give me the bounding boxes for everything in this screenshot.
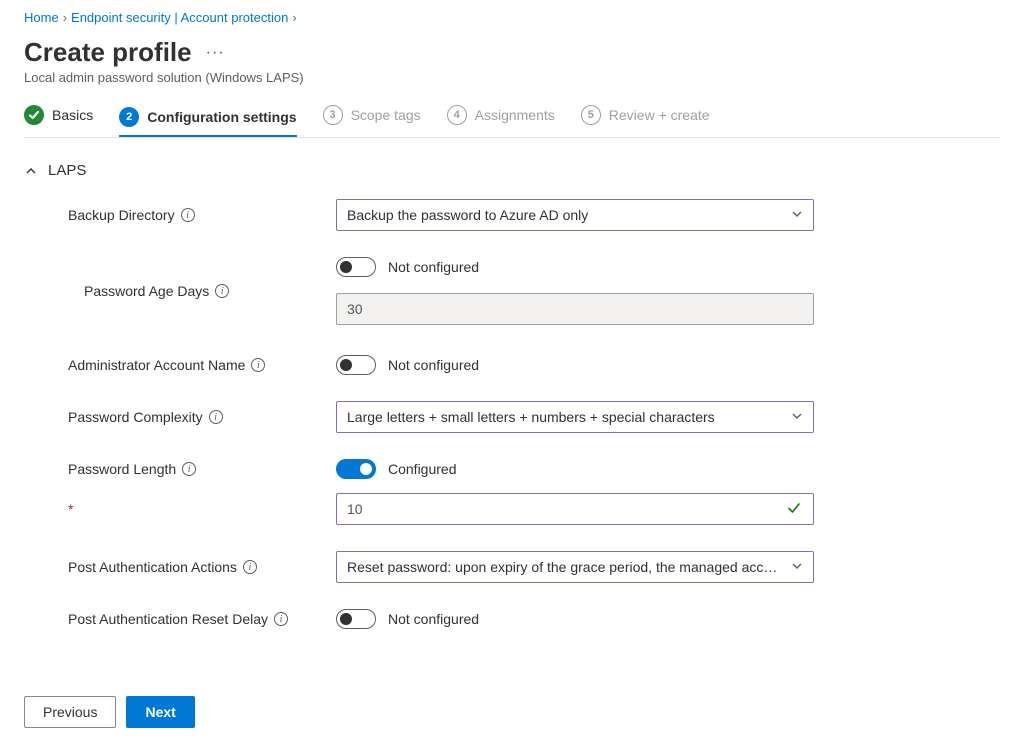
- toggle-state-label: Not configured: [388, 259, 479, 275]
- next-button[interactable]: Next: [126, 696, 194, 728]
- info-icon[interactable]: i: [243, 560, 257, 574]
- step-number-icon: 5: [581, 105, 601, 125]
- info-icon[interactable]: i: [251, 358, 265, 372]
- breadcrumb: Home › Endpoint security | Account prote…: [24, 10, 1000, 25]
- step-scope-tags[interactable]: 3 Scope tags: [323, 105, 421, 129]
- password-length-label: Password Length: [68, 461, 176, 477]
- section-laps-toggle[interactable]: LAPS: [24, 162, 1000, 179]
- chevron-down-icon: [791, 409, 803, 425]
- wizard-footer: Previous Next: [0, 684, 219, 740]
- info-icon[interactable]: i: [209, 410, 223, 424]
- step-label: Scope tags: [351, 107, 421, 123]
- password-length-toggle[interactable]: [336, 459, 376, 479]
- step-label: Basics: [52, 107, 93, 123]
- info-icon[interactable]: i: [215, 284, 229, 298]
- admin-account-name-label: Administrator Account Name: [68, 357, 245, 373]
- info-icon[interactable]: i: [274, 612, 288, 626]
- info-icon[interactable]: i: [182, 462, 196, 476]
- required-indicator: *: [68, 501, 73, 517]
- admin-account-name-toggle[interactable]: [336, 355, 376, 375]
- post-auth-actions-select[interactable]: Reset password: upon expiry of the grace…: [336, 551, 814, 583]
- more-actions-button[interactable]: ···: [200, 44, 231, 62]
- page-subtitle: Local admin password solution (Windows L…: [24, 70, 1000, 85]
- breadcrumb-endpoint-security[interactable]: Endpoint security | Account protection: [71, 10, 288, 25]
- password-length-input[interactable]: 10: [336, 493, 814, 525]
- post-auth-reset-delay-toggle[interactable]: [336, 609, 376, 629]
- password-complexity-label: Password Complexity: [68, 409, 203, 425]
- toggle-state-label: Configured: [388, 461, 457, 477]
- toggle-state-label: Not configured: [388, 611, 479, 627]
- check-circle-icon: [24, 105, 44, 125]
- password-age-days-toggle[interactable]: [336, 257, 376, 277]
- step-number-icon: 3: [323, 105, 343, 125]
- step-assignments[interactable]: 4 Assignments: [447, 105, 555, 129]
- step-config-settings[interactable]: 2 Configuration settings: [119, 107, 296, 137]
- password-age-days-label: Password Age Days: [84, 283, 209, 299]
- post-auth-reset-delay-label: Post Authentication Reset Delay: [68, 611, 268, 627]
- chevron-right-icon: ›: [63, 10, 67, 25]
- backup-directory-select[interactable]: Backup the password to Azure AD only: [336, 199, 814, 231]
- chevron-down-icon: [791, 559, 803, 575]
- step-label: Assignments: [475, 107, 555, 123]
- step-review-create[interactable]: 5 Review + create: [581, 105, 710, 129]
- section-title: LAPS: [48, 162, 86, 179]
- chevron-down-icon: [791, 207, 803, 223]
- info-icon[interactable]: i: [181, 208, 195, 222]
- step-number-icon: 2: [119, 107, 139, 127]
- chevron-up-icon: [24, 164, 38, 178]
- step-label: Configuration settings: [147, 109, 296, 125]
- wizard-steps: Basics 2 Configuration settings 3 Scope …: [24, 105, 1000, 138]
- page-title: Create profile: [24, 37, 192, 68]
- checkmark-icon: [787, 498, 801, 521]
- previous-button[interactable]: Previous: [24, 696, 116, 728]
- step-number-icon: 4: [447, 105, 467, 125]
- step-label: Review + create: [609, 107, 710, 123]
- password-age-days-input[interactable]: 30: [336, 293, 814, 325]
- breadcrumb-home[interactable]: Home: [24, 10, 59, 25]
- toggle-state-label: Not configured: [388, 357, 479, 373]
- chevron-right-icon: ›: [292, 10, 296, 25]
- backup-directory-label: Backup Directory: [68, 207, 175, 223]
- password-complexity-select[interactable]: Large letters + small letters + numbers …: [336, 401, 814, 433]
- post-auth-actions-label: Post Authentication Actions: [68, 559, 237, 575]
- step-basics[interactable]: Basics: [24, 105, 93, 129]
